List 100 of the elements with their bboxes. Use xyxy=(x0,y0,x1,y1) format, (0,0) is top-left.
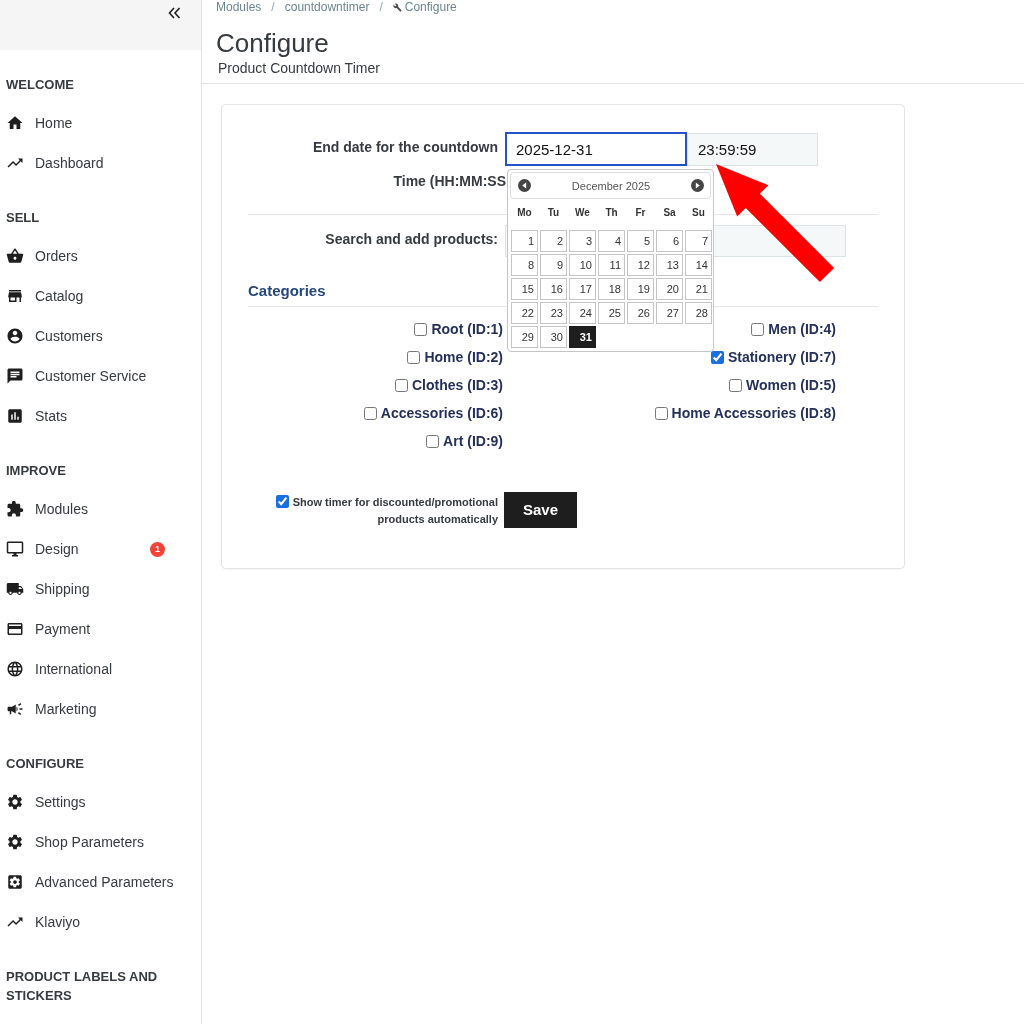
form-label: Search and add products: xyxy=(324,230,498,248)
globe-icon xyxy=(6,660,24,678)
sidebar-item[interactable]: Advanced Parameters xyxy=(6,873,174,891)
wrench-icon xyxy=(392,2,402,12)
calendar-day[interactable]: 18 xyxy=(598,278,625,300)
month-label: December 2025 xyxy=(571,179,651,192)
calendar-day[interactable]: 8 xyxy=(511,254,538,276)
category-checkbox[interactable] xyxy=(426,434,440,448)
category-label: Women (ID:5) xyxy=(746,376,836,394)
calendar-day[interactable]: 2 xyxy=(540,230,567,252)
calendar-day[interactable]: 23 xyxy=(540,302,567,324)
settings-icon xyxy=(6,793,24,811)
weekday-label: Su xyxy=(691,207,706,219)
breadcrumb-link[interactable]: Modules xyxy=(216,0,262,14)
calendar-day[interactable]: 15 xyxy=(511,278,538,300)
category-label: Art (ID:9) xyxy=(443,432,503,450)
breadcrumb-separator: / xyxy=(379,0,383,14)
megaphone-icon xyxy=(6,700,24,718)
calendar-day[interactable]: 3 xyxy=(569,230,596,252)
sidebar-item[interactable]: Modules xyxy=(6,500,88,518)
calendar-day[interactable]: 31 xyxy=(569,326,596,348)
weekday-label: Fr xyxy=(634,207,647,219)
sidebar-item[interactable]: Settings xyxy=(6,793,86,811)
weekday-label: Th xyxy=(604,207,619,219)
category-checkbox[interactable] xyxy=(414,322,428,336)
category-checkbox[interactable] xyxy=(395,378,408,392)
calendar-day[interactable]: 27 xyxy=(656,302,683,324)
sidebar-section-heading: IMPROVE xyxy=(5,462,67,480)
page-subtitle: Product Countdown Timer xyxy=(217,59,381,77)
breadcrumb-separator: / xyxy=(271,0,275,14)
credit-card-icon xyxy=(6,620,24,638)
bar-chart-icon xyxy=(6,407,24,425)
calendar-day[interactable]: 6 xyxy=(656,230,683,252)
basket-icon xyxy=(6,247,24,265)
monitor-icon xyxy=(6,540,24,558)
calendar-day[interactable]: 9 xyxy=(540,254,567,276)
sidebar-item[interactable]: Payment xyxy=(6,620,91,638)
category-label: Stationery (ID:7) xyxy=(727,348,836,366)
calendar-day[interactable]: 22 xyxy=(511,302,538,324)
calendar-day[interactable]: 12 xyxy=(627,254,654,276)
calendar-day[interactable]: 14 xyxy=(685,254,712,276)
save-button[interactable]: Save xyxy=(504,491,577,528)
sidebar-item[interactable]: Dashboard xyxy=(6,154,104,172)
category-label: Clothes (ID:3) xyxy=(412,376,503,394)
calendar-day[interactable]: 7 xyxy=(685,230,712,252)
category-label: Home (ID:2) xyxy=(424,348,503,366)
calendar-day[interactable]: 1 xyxy=(511,230,538,252)
category-checkbox[interactable] xyxy=(751,322,765,336)
checkbox[interactable] xyxy=(275,495,289,508)
calendar-day[interactable]: 26 xyxy=(627,302,654,324)
truck-icon xyxy=(6,580,24,598)
sidebar-item[interactable]: Klaviyo xyxy=(6,913,81,931)
home-icon xyxy=(6,114,24,132)
sidebar-item[interactable]: Shop Parameters xyxy=(6,833,144,851)
category-checkbox[interactable] xyxy=(407,350,421,364)
weekday-label: Tu xyxy=(546,207,561,219)
sidebar-item[interactable]: Marketing xyxy=(6,700,97,718)
sidebar-item[interactable]: Home xyxy=(6,114,73,132)
sidebar-item[interactable]: Customer Service xyxy=(6,367,147,385)
weekday-label: We xyxy=(574,207,591,219)
sidebar-item[interactable]: Customers xyxy=(6,327,103,345)
calendar-day[interactable]: 20 xyxy=(656,278,683,300)
weekday-label: Sa xyxy=(662,207,677,219)
calendar-day[interactable]: 24 xyxy=(569,302,596,324)
sidebar-section-heading: SELL xyxy=(5,209,41,227)
notification-badge: 1 xyxy=(150,541,165,557)
form-label: Time (HH:MM:SS xyxy=(392,172,506,190)
sidebar-item[interactable]: Shipping xyxy=(6,580,90,598)
breadcrumb-link[interactable]: countdowntimer xyxy=(284,0,370,14)
sidebar-item[interactable]: Catalog xyxy=(6,287,84,305)
category-label: Home Accessories (ID:8) xyxy=(671,404,836,422)
category-checkbox[interactable] xyxy=(654,406,668,420)
category-checkbox[interactable] xyxy=(363,406,377,420)
calendar-day[interactable]: 5 xyxy=(627,230,654,252)
calendar-day[interactable]: 21 xyxy=(685,278,712,300)
sidebar-item[interactable]: Design xyxy=(6,540,79,558)
form-label: End date for the countdown xyxy=(311,138,498,156)
calendar-day[interactable]: 30 xyxy=(540,326,567,348)
sidebar-section-heading: WELCOME xyxy=(5,76,75,94)
category-checkbox[interactable] xyxy=(710,350,724,364)
sidebar-item[interactable]: Stats xyxy=(6,407,67,425)
weekday-label: Mo xyxy=(516,207,533,219)
puzzle-icon xyxy=(6,500,24,518)
calendar-day[interactable]: 28 xyxy=(685,302,712,324)
category-checkbox[interactable] xyxy=(729,378,743,392)
double-chevron-left-icon[interactable] xyxy=(168,7,181,19)
calendar-day[interactable]: 11 xyxy=(598,254,625,276)
calendar-day[interactable]: 10 xyxy=(569,254,596,276)
calendar-day[interactable]: 19 xyxy=(627,278,654,300)
calendar-day[interactable]: 16 xyxy=(540,278,567,300)
calendar-day[interactable]: 25 xyxy=(598,302,625,324)
calendar-day[interactable]: 4 xyxy=(598,230,625,252)
calendar-day[interactable]: 29 xyxy=(511,326,538,348)
time-field[interactable]: 23:59:59 xyxy=(687,133,818,166)
sidebar-item[interactable]: Orders xyxy=(6,247,78,265)
calendar-day[interactable]: 17 xyxy=(569,278,596,300)
sidebar-item[interactable]: International xyxy=(6,660,113,678)
date-field[interactable]: 2025-12-31 xyxy=(505,132,687,166)
sidebar-section-heading: CONFIGURE xyxy=(5,755,85,773)
calendar-day[interactable]: 13 xyxy=(656,254,683,276)
